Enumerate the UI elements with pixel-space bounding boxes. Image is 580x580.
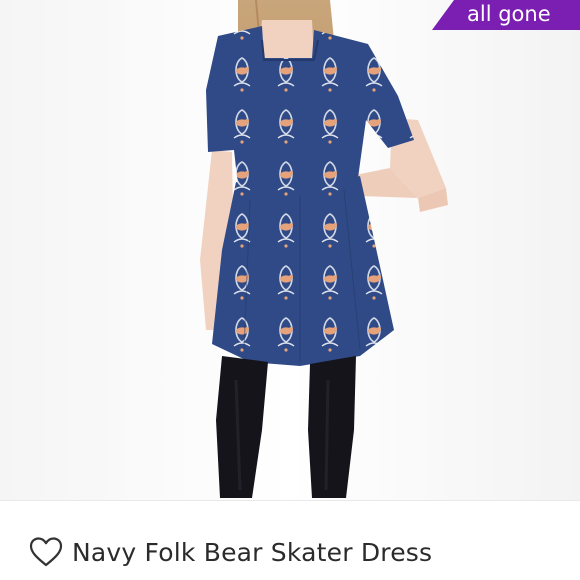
heart-outline-icon[interactable] [28,534,64,570]
product-photo[interactable] [0,0,580,500]
listing-title-row: Navy Folk Bear Skater Dress [28,532,432,572]
listing-title[interactable]: Navy Folk Bear Skater Dress [72,538,432,567]
sold-out-badge: all gone [432,0,580,30]
listing-screen: all gone Navy Folk Bear Skater Dress [0,0,580,580]
divider [0,500,580,501]
product-photo-illustration [0,0,580,500]
sold-out-badge-label: all gone [467,2,551,26]
